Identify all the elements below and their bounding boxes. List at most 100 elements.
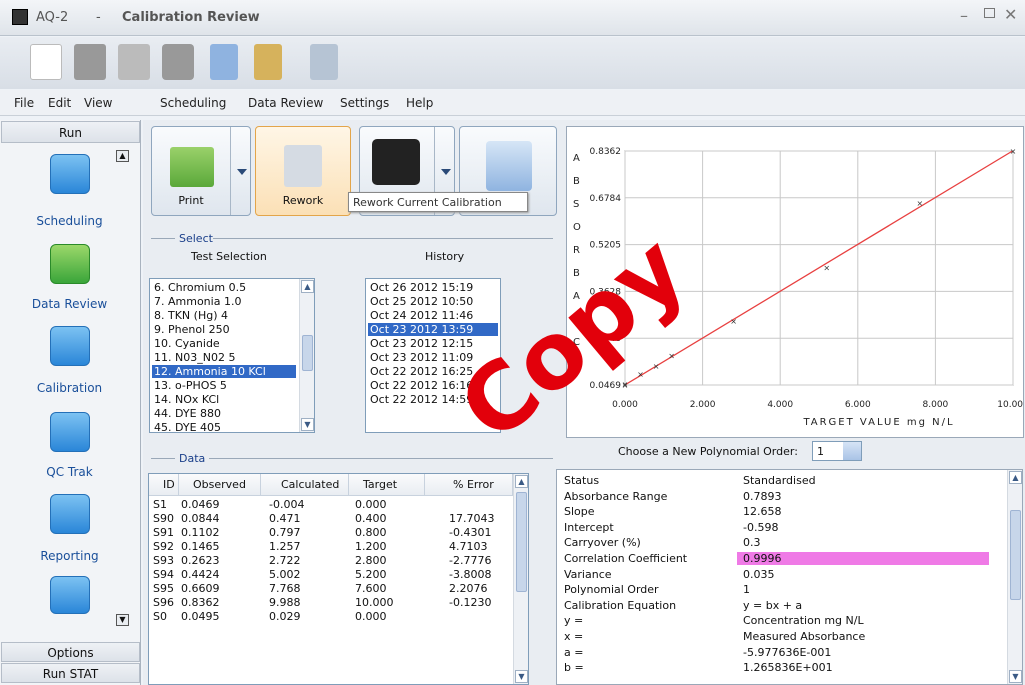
table-cell: 0.4424 [181,568,220,581]
list-item[interactable]: Oct 22 2012 16:16 [370,379,473,392]
column-header-observed[interactable]: Observed [179,474,261,496]
list-item[interactable]: Oct 23 2012 11:09 [370,351,473,364]
menu-data-review[interactable]: Data Review [248,96,323,110]
print-button[interactable]: Print [151,126,251,216]
menu-scheduling[interactable]: Scheduling [160,96,226,110]
column-header-calculated[interactable]: Calculated [261,474,349,496]
scroll-thumb[interactable] [1010,510,1021,600]
chevron-down-icon[interactable] [843,442,861,460]
list-item[interactable]: 13. o-PHOS 5 [154,379,227,392]
scroll-down-icon[interactable]: ▼ [515,670,528,683]
rework-button[interactable]: Rework [255,126,351,216]
table-row[interactable]: S0 0.0495 0.029 0.000 [149,610,513,624]
save-icon[interactable] [162,44,194,80]
menu-view[interactable]: View [84,96,112,110]
list-item[interactable]: Oct 26 2012 15:19 [370,281,473,294]
list-item[interactable]: 44. DYE 880 [154,407,221,420]
nav-scroll-up-icon[interactable]: ▲ [116,150,129,162]
list-item[interactable]: 7. Ammonia 1.0 [154,295,241,308]
menu-edit[interactable]: Edit [48,96,71,110]
scroll-thumb[interactable] [302,335,313,371]
data-point: × [622,380,629,389]
reporting-icon[interactable] [50,494,90,534]
table-cell: S93 [153,554,174,567]
info-key: a = [564,645,584,659]
test-list-scrollbar[interactable]: ▲ ▼ [299,279,314,432]
table-row[interactable]: S1 0.0469 -0.004 0.000 [149,498,513,512]
list-item-selected[interactable]: Oct 23 2012 13:59 [368,323,498,336]
nav-scroll-down-icon[interactable]: ▼ [116,614,129,626]
options-button[interactable]: Options [1,642,140,662]
list-item[interactable]: 11. N03_N02 5 [154,351,235,364]
list-item[interactable]: 6. Chromium 0.5 [154,281,246,294]
paste-icon[interactable] [254,44,282,80]
data-review-icon[interactable] [50,244,90,284]
info-scrollbar[interactable]: ▲ ▼ [1007,470,1022,684]
nav-item-scheduling[interactable]: Scheduling [0,214,139,228]
test-selection-list[interactable]: 6. Chromium 0.5 7. Ammonia 1.0 8. TKN (H… [149,278,315,433]
info-value: 0.7893 [743,489,782,503]
list-item[interactable]: 45. DYE 405 [154,421,221,432]
poly-order-select[interactable]: 1 [812,441,862,461]
print-dropdown[interactable] [230,127,252,215]
scroll-up-icon[interactable]: ▲ [515,475,528,488]
nav-item-qc-trak[interactable]: QC Trak [0,465,139,479]
nav-item-data-review[interactable]: Data Review [0,297,139,311]
close-button[interactable]: ✕ [1004,5,1017,24]
menu-help[interactable]: Help [406,96,433,110]
edit-icon[interactable] [118,44,150,80]
scroll-up-icon[interactable]: ▲ [301,280,314,293]
maximize-button[interactable] [984,8,995,18]
scroll-thumb[interactable] [516,492,527,592]
scroll-up-icon[interactable]: ▲ [1009,471,1022,484]
list-item[interactable]: Oct 24 2012 11:46 [370,309,473,322]
column-header-error[interactable]: % Error [425,474,513,496]
test-selection-header: Test Selection [191,250,267,263]
scroll-down-icon[interactable]: ▼ [301,418,314,431]
list-item[interactable]: Oct 25 2012 10:50 [370,295,473,308]
column-header-target[interactable]: Target [349,474,425,496]
x-tick-label: 6.000 [845,400,871,410]
info-key: Slope [564,505,595,519]
list-item[interactable]: 9. Phenol 250 [154,323,230,336]
divider [209,458,553,459]
nav-header-run[interactable]: Run [1,121,140,143]
table-row[interactable]: S93 0.2623 2.722 2.800 -2.7776 [149,554,513,568]
menu-file[interactable]: File [14,96,34,110]
nav-item-calibration[interactable]: Calibration [0,381,139,395]
list-item[interactable]: Oct 22 2012 14:59 [370,393,473,406]
new-icon[interactable] [30,44,62,80]
calibration-icon[interactable] [50,326,90,366]
next-nav-icon[interactable] [50,576,90,614]
list-item[interactable]: 10. Cyanide [154,337,220,350]
table-row[interactable]: S90 0.0844 0.471 0.400 17.7043 [149,512,513,526]
list-item[interactable]: 8. TKN (Hg) 4 [154,309,228,322]
qc-trak-icon[interactable] [50,412,90,452]
list-item-selected[interactable]: 12. Ammonia 10 KCl [152,365,296,378]
table-cell: 4.7103 [449,540,488,553]
list-item[interactable]: Oct 22 2012 16:25 [370,365,473,378]
table-cell: S96 [153,596,174,609]
scheduling-icon[interactable] [50,154,90,194]
history-list[interactable]: Oct 26 2012 15:19 Oct 25 2012 10:50 Oct … [365,278,501,433]
data-table-scrollbar[interactable]: ▲ ▼ [513,474,528,684]
app-icon [12,9,28,25]
data-table[interactable]: ID Observed Calculated Target % Error S1… [148,473,529,685]
list-item[interactable]: Oct 23 2012 12:15 [370,337,473,350]
column-header-id[interactable]: ID [149,474,179,496]
table-row[interactable]: S91 0.1102 0.797 0.800 -0.4301 [149,526,513,540]
nav-item-reporting[interactable]: Reporting [0,549,139,563]
info-key: Carryover (%) [564,536,641,550]
table-row[interactable]: S94 0.4424 5.002 5.200 -3.8008 [149,568,513,582]
list-item[interactable]: 14. NOx KCl [154,393,219,406]
minimize-button[interactable]: – [960,6,968,25]
help-icon[interactable] [310,44,338,80]
copy-icon[interactable] [210,44,238,80]
stop-icon[interactable] [74,44,106,80]
scroll-down-icon[interactable]: ▼ [1009,670,1022,683]
run-stat-button[interactable]: Run STAT [1,663,140,683]
table-row[interactable]: S92 0.1465 1.257 1.200 4.7103 [149,540,513,554]
table-row[interactable]: S96 0.8362 9.988 10.000 -0.1230 [149,596,513,610]
table-row[interactable]: S95 0.6609 7.768 7.600 2.2076 [149,582,513,596]
menu-settings[interactable]: Settings [340,96,389,110]
